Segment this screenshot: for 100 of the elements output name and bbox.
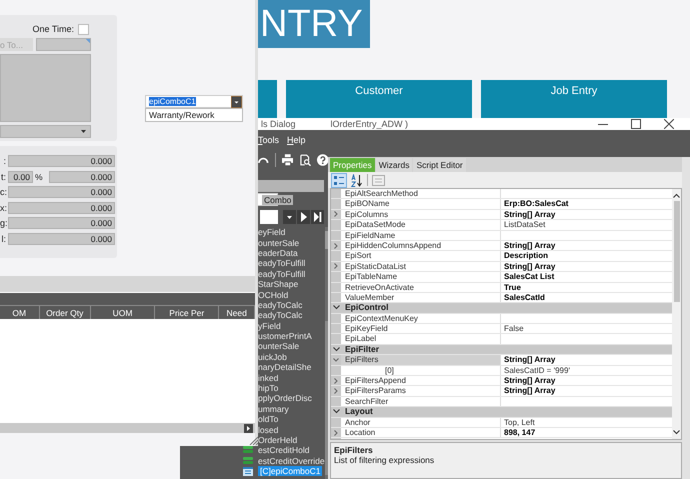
scrollbar[interactable] bbox=[0, 423, 255, 433]
expander-icon[interactable] bbox=[333, 242, 339, 249]
property-name[interactable]: EpiFieldName bbox=[341, 230, 501, 240]
expander-icon[interactable] bbox=[333, 263, 339, 270]
property-value[interactable]: 898, 147 bbox=[501, 428, 672, 438]
tree-item[interactable]: yField bbox=[258, 320, 281, 331]
property-value[interactable]: Description bbox=[501, 251, 672, 261]
print-icon[interactable] bbox=[282, 154, 293, 166]
input-field[interactable] bbox=[36, 38, 91, 51]
tree-item[interactable]: ounterSale bbox=[258, 341, 300, 352]
property-name[interactable]: EpiLabel bbox=[341, 334, 501, 344]
tree-item[interactable]: hipTo bbox=[258, 383, 278, 394]
property-value[interactable]: Erp:BO:SalesCat bbox=[501, 199, 672, 209]
scrollbar[interactable] bbox=[672, 189, 681, 439]
amount-field[interactable]: 0.000 bbox=[49, 170, 115, 183]
expander-icon[interactable] bbox=[333, 211, 339, 218]
tab[interactable]: Wizards bbox=[376, 158, 412, 172]
sort-icon[interactable] bbox=[350, 174, 363, 186]
tree-item[interactable]: eadyToCalc bbox=[258, 310, 302, 320]
dropdown-option[interactable]: Warranty/Rework bbox=[149, 110, 214, 120]
property-name[interactable]: EpiFiltersAppend bbox=[341, 376, 501, 386]
next-icon[interactable] bbox=[297, 210, 310, 224]
property-value[interactable]: String[] Array bbox=[501, 210, 672, 220]
tree-item[interactable]: StarShape bbox=[258, 279, 298, 290]
property-value[interactable]: String[] Array bbox=[501, 355, 672, 365]
maximize-icon[interactable] bbox=[631, 119, 641, 129]
property-value[interactable]: String[] Array bbox=[501, 386, 672, 396]
property-name[interactable]: SearchFilter bbox=[341, 396, 501, 406]
property-name[interactable]: RetrieveOnActivate bbox=[341, 282, 501, 292]
categorized-icon[interactable] bbox=[332, 174, 346, 186]
tree-item[interactable]: ummary bbox=[258, 404, 289, 414]
expander-icon[interactable] bbox=[332, 347, 340, 352]
property-value[interactable]: True bbox=[501, 282, 672, 292]
property-value[interactable]: False bbox=[501, 324, 672, 334]
property-value[interactable]: String[] Array bbox=[501, 240, 672, 250]
amount-field[interactable]: 0.000 bbox=[8, 186, 115, 198]
tree-item[interactable]: ounterSale bbox=[258, 238, 300, 248]
tree-item[interactable]: uickJob bbox=[258, 352, 287, 362]
category-row[interactable]: EpiFilter bbox=[341, 344, 380, 354]
last-icon[interactable] bbox=[311, 210, 324, 224]
undo-icon[interactable] bbox=[258, 155, 269, 165]
combo-box[interactable]: epiComboC1 bbox=[145, 95, 243, 108]
tree-item[interactable]: naryDetailShe bbox=[258, 362, 312, 372]
expander-icon[interactable] bbox=[333, 356, 339, 363]
close-icon[interactable] bbox=[664, 119, 674, 129]
help-icon[interactable] bbox=[316, 154, 328, 166]
tree-item[interactable]: oldTo bbox=[258, 414, 278, 424]
property-name[interactable]: [0] bbox=[341, 366, 501, 376]
tree-item[interactable]: eadyToCalc bbox=[258, 300, 302, 310]
tree-item[interactable]: OrderHeld bbox=[258, 435, 298, 445]
property-name[interactable]: EpiBOName bbox=[341, 199, 501, 209]
property-name[interactable]: EpiContextMenuKey bbox=[341, 314, 501, 324]
scroll-right-icon[interactable] bbox=[244, 424, 253, 432]
property-value[interactable]: Top, Left bbox=[501, 418, 672, 427]
tree-item[interactable]: estCreditHold bbox=[258, 445, 310, 456]
property-name[interactable]: EpiHiddenColumnsAppend bbox=[341, 240, 501, 250]
control-selector-field[interactable] bbox=[260, 210, 278, 224]
percent-field[interactable]: 0.00 bbox=[8, 170, 33, 183]
amount-field[interactable]: 0.000 bbox=[8, 155, 115, 168]
amount-field[interactable]: 0.000 bbox=[8, 217, 115, 230]
tree-item[interactable]: estCreditOverride bbox=[258, 456, 325, 466]
property-name[interactable]: EpiColumns bbox=[341, 210, 501, 220]
expander-icon[interactable] bbox=[333, 430, 339, 436]
tree-item[interactable]: ustomerPrintA bbox=[258, 331, 312, 342]
resize-grip-icon[interactable] bbox=[249, 436, 258, 445]
expander-icon[interactable] bbox=[332, 305, 340, 310]
menu-item[interactable]: Help bbox=[287, 135, 306, 145]
property-name[interactable]: ValueMember bbox=[341, 292, 501, 302]
print-preview-icon[interactable] bbox=[299, 154, 310, 166]
property-value[interactable]: ListDataSet bbox=[501, 220, 672, 230]
property-name[interactable]: EpiDataSetMode bbox=[341, 220, 501, 230]
address-field[interactable] bbox=[0, 54, 91, 122]
scroll-down-icon[interactable] bbox=[673, 430, 680, 435]
tree-item[interactable]: inked bbox=[258, 372, 278, 383]
expander-icon[interactable] bbox=[332, 409, 340, 414]
tree-item[interactable]: losed bbox=[258, 424, 278, 435]
property-value[interactable]: SalesCatID = '999' bbox=[501, 366, 672, 376]
property-name[interactable]: EpiStaticDataList bbox=[341, 262, 501, 272]
tree-item[interactable]: eadyToFulfill bbox=[258, 268, 306, 279]
category-row[interactable]: Layout bbox=[341, 407, 373, 417]
amount-field[interactable]: 0.000 bbox=[8, 202, 115, 214]
property-name[interactable]: EpiKeyField bbox=[341, 324, 501, 334]
tree-item[interactable]: OCHold bbox=[258, 290, 288, 300]
property-value[interactable]: SalesCatId bbox=[501, 292, 672, 302]
tree-item[interactable]: pplyOrderDisc bbox=[258, 393, 312, 404]
property-name[interactable]: EpiSort bbox=[341, 251, 501, 261]
category-row[interactable]: EpiControl bbox=[341, 303, 388, 313]
dropdown-icon[interactable] bbox=[283, 210, 296, 224]
property-name[interactable]: EpiTableName bbox=[341, 272, 501, 282]
expander-icon[interactable] bbox=[333, 388, 339, 394]
property-value[interactable]: String[] Array bbox=[501, 376, 672, 386]
tab[interactable]: Script Editor bbox=[413, 158, 466, 172]
property-value[interactable]: SalesCat List bbox=[501, 272, 672, 282]
dropdown-icon[interactable] bbox=[231, 96, 242, 108]
tree-item[interactable]: eaderData bbox=[258, 248, 298, 258]
property-value[interactable]: String[] Array bbox=[501, 262, 672, 272]
expander-icon[interactable] bbox=[333, 378, 339, 384]
property-name[interactable]: EpiFilters bbox=[341, 355, 501, 365]
property-name[interactable]: Anchor bbox=[341, 418, 501, 427]
menu-item[interactable]: Tools bbox=[258, 135, 280, 145]
